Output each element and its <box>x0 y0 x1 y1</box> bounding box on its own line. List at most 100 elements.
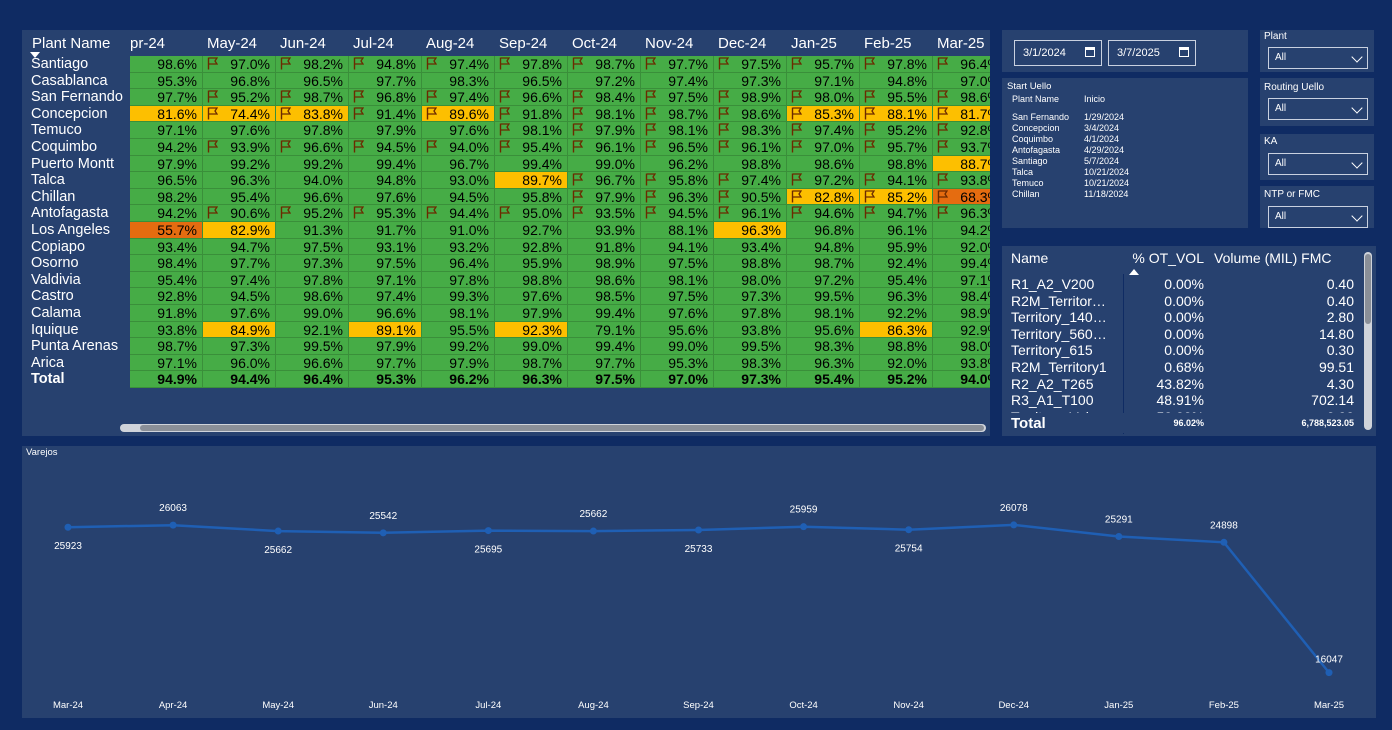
matrix-cell[interactable]: 93.8% <box>714 321 787 339</box>
row-plant-name[interactable]: Arica <box>28 355 130 372</box>
matrix-cell[interactable]: 98.0% <box>714 271 787 289</box>
matrix-cell[interactable]: 98.6% <box>130 56 203 73</box>
row-plant-name[interactable]: Los Angeles <box>28 222 130 239</box>
matrix-cell[interactable]: 97.0% <box>203 56 276 73</box>
col-header-month[interactable]: Feb-25 <box>860 32 933 56</box>
matrix-cell[interactable]: 92.8% <box>495 238 568 256</box>
matrix-cell[interactable]: 97.8% <box>276 122 349 139</box>
matrix-cell[interactable]: 97.1% <box>349 271 422 289</box>
matrix-cell[interactable]: 95.4% <box>130 271 203 289</box>
matrix-cell[interactable]: 97.5% <box>641 288 714 305</box>
matrix-cell[interactable]: 99.5% <box>276 338 349 355</box>
matrix-cell[interactable]: 97.4% <box>422 89 495 106</box>
matrix-cell[interactable]: 97.9% <box>349 338 422 355</box>
matrix-cell[interactable]: 96.3% <box>787 354 860 372</box>
matrix-cell[interactable]: 88.1% <box>641 221 714 239</box>
matrix-cell[interactable]: 92.0% <box>860 354 933 372</box>
start-date-input[interactable]: 3/1/2024 <box>1014 40 1102 66</box>
matrix-cell[interactable]: 98.9% <box>568 255 641 272</box>
matrix-cell[interactable]: 94.5% <box>349 138 422 156</box>
matrix-cell[interactable]: 97.9% <box>568 122 641 139</box>
matrix-cell[interactable]: 96.6% <box>495 89 568 106</box>
ka-dropdown[interactable]: All <box>1268 153 1368 175</box>
matrix-cell[interactable]: 97.2% <box>787 271 860 289</box>
matrix-cell[interactable]: 97.6% <box>495 288 568 305</box>
volume-row[interactable]: Territory_615 0.00% 0.30 <box>1002 342 1362 359</box>
row-plant-name[interactable]: Iquique <box>28 322 130 339</box>
matrix-cell[interactable]: 97.4% <box>641 72 714 90</box>
matrix-cell[interactable]: 96.8% <box>349 89 422 106</box>
row-plant-name[interactable]: Chillan <box>28 189 130 206</box>
matrix-cell[interactable]: 92.8% <box>130 288 203 305</box>
matrix-cell[interactable]: 81.7% <box>933 105 990 123</box>
matrix-cell[interactable]: 95.5% <box>422 321 495 339</box>
row-plant-name[interactable]: Castro <box>28 288 130 305</box>
matrix-cell[interactable]: 98.3% <box>714 122 787 139</box>
matrix-cell[interactable]: 83.8% <box>276 105 349 123</box>
matrix-cell[interactable]: 99.2% <box>276 155 349 173</box>
matrix-cell[interactable]: 95.6% <box>787 321 860 339</box>
horizontal-scrollbar[interactable] <box>120 424 986 432</box>
matrix-cell[interactable]: 74.4% <box>203 105 276 123</box>
matrix-cell[interactable]: 79.1% <box>568 321 641 339</box>
row-plant-name[interactable]: Valdivia <box>28 272 130 289</box>
matrix-cell[interactable]: 98.7% <box>787 255 860 272</box>
row-plant-name[interactable]: Antofagasta <box>28 205 130 222</box>
matrix-cell[interactable]: 98.2% <box>130 188 203 206</box>
matrix-cell[interactable]: 97.5% <box>641 89 714 106</box>
matrix-cell[interactable]: 93.0% <box>422 172 495 189</box>
matrix-cell[interactable]: 98.8% <box>714 255 787 272</box>
matrix-cell[interactable]: 97.3% <box>276 255 349 272</box>
col-header-month[interactable]: Dec-24 <box>714 32 787 56</box>
matrix-cell[interactable]: 98.8% <box>495 271 568 289</box>
data-point[interactable] <box>1220 538 1228 546</box>
data-point[interactable] <box>1010 521 1018 529</box>
matrix-cell[interactable]: 95.8% <box>641 172 714 189</box>
matrix-cell[interactable]: 97.8% <box>422 271 495 289</box>
matrix-cell[interactable]: 99.4% <box>568 338 641 355</box>
matrix-cell[interactable]: 97.8% <box>860 56 933 73</box>
matrix-cell[interactable]: 95.3% <box>130 72 203 90</box>
matrix-cell[interactable]: 97.4% <box>787 122 860 139</box>
row-plant-name[interactable]: Calama <box>28 305 130 322</box>
matrix-cell[interactable]: 95.2% <box>276 205 349 222</box>
matrix-cell[interactable]: 98.1% <box>422 304 495 322</box>
matrix-cell[interactable]: 98.1% <box>641 122 714 139</box>
data-point[interactable] <box>169 521 177 529</box>
matrix-cell[interactable]: 93.2% <box>422 238 495 256</box>
row-plant-name[interactable]: Punta Arenas <box>28 338 130 355</box>
data-point[interactable] <box>379 529 387 537</box>
matrix-cell[interactable]: 97.8% <box>714 304 787 322</box>
matrix-cell[interactable]: 91.3% <box>276 221 349 239</box>
matrix-cell[interactable]: 85.2% <box>860 188 933 206</box>
matrix-cell[interactable]: 90.6% <box>203 205 276 222</box>
data-point[interactable] <box>1325 669 1333 677</box>
matrix-cell[interactable]: 95.2% <box>860 122 933 139</box>
matrix-cell[interactable]: 93.4% <box>130 238 203 256</box>
matrix-cell[interactable]: 97.6% <box>203 304 276 322</box>
matrix-cell[interactable]: 98.7% <box>276 89 349 106</box>
matrix-cell[interactable]: 97.0% <box>933 72 990 90</box>
matrix-cell[interactable]: 94.6% <box>787 205 860 222</box>
data-point[interactable] <box>905 526 913 534</box>
matrix-cell[interactable]: 97.2% <box>568 72 641 90</box>
matrix-cell[interactable]: 98.4% <box>933 288 990 305</box>
matrix-cell[interactable]: 98.1% <box>568 105 641 123</box>
matrix-cell[interactable]: 96.6% <box>349 304 422 322</box>
matrix-cell[interactable]: 97.6% <box>203 122 276 139</box>
matrix-cell[interactable]: 98.3% <box>714 354 787 372</box>
matrix-cell[interactable]: 97.4% <box>714 172 787 189</box>
vertical-scrollbar[interactable] <box>1364 252 1372 430</box>
matrix-cell[interactable]: 98.7% <box>495 354 568 372</box>
col-header-month[interactable]: Aug-24 <box>422 32 495 56</box>
matrix-cell[interactable]: 93.7% <box>933 138 990 156</box>
matrix-cell[interactable]: 97.3% <box>203 338 276 355</box>
matrix-cell[interactable]: 99.0% <box>276 304 349 322</box>
matrix-cell[interactable]: 90.5% <box>714 188 787 206</box>
matrix-cell[interactable]: 68.3% <box>933 188 990 206</box>
matrix-cell[interactable]: 93.8% <box>933 172 990 189</box>
matrix-cell[interactable]: 97.3% <box>714 72 787 90</box>
matrix-cell[interactable]: 97.4% <box>203 271 276 289</box>
matrix-cell[interactable]: 88.7% <box>933 155 990 173</box>
matrix-cell[interactable]: 96.2% <box>641 155 714 173</box>
